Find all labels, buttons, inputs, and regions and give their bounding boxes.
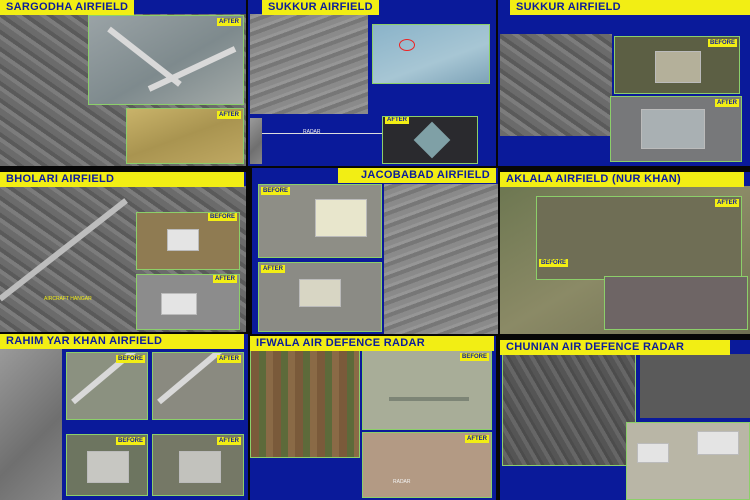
satellite-image-sargodha-after: AFTER [126,108,244,164]
satellite-image-sukkur2-after: AFTER [610,96,742,162]
radar-label: RADAR [393,479,411,485]
before-tag: BEFORE [261,187,291,195]
satellite-image-rahimyarkhan-before-2: BEFORE [66,434,148,496]
satellite-image-chunian-after [626,422,750,500]
panel-title: AKLALA AIRFIELD (NUR KHAN) [500,172,744,187]
satellite-image-rahimyarkhan-after-1: AFTER [152,352,244,420]
panel-bholari-airfield: BEFORE AFTER AIRCRAFT HANGAR BHOLARI AIR… [0,172,246,332]
panel-rahim-yar-khan-airfield: BEFORE AFTER BEFORE AFTER RAHIM YAR KHAN… [0,334,248,500]
panel-title: RAHIM YAR KHAN AIRFIELD [0,334,244,349]
panel-sargodha-airfield: AFTER AFTER SARGODHA AIRFIELD [0,0,246,166]
satellite-image-chunian-overview [502,354,636,466]
panel-sukkur-airfield-1: AFTER RADAR SUKKUR AIRFIELD [248,0,496,166]
panel-title: SUKKUR AIRFIELD [262,0,379,15]
after-tag: AFTER [217,111,241,119]
satellite-image-sukkur-radar-after: AFTER [382,116,478,164]
after-tag: AFTER [217,355,241,363]
satellite-image-rahimyarkhan-after-2: AFTER [152,434,244,496]
satellite-image-ifwala-before: BEFORE [362,350,492,430]
before-tag: BEFORE [207,213,237,221]
before-tag: BEFORE [707,39,737,47]
after-tag: AFTER [261,265,285,273]
satellite-image-sukkur-ground [250,118,262,164]
after-tag: AFTER [217,437,241,445]
panel-chunian-air-defence-radar: CHUNIAN AIR DEFENCE RADAR [500,340,750,500]
before-tag: BEFORE [459,353,489,361]
after-tag: AFTER [715,199,739,207]
panel-jacobabad-airfield: BEFORE AFTER JACOBABAD AIRFIELD [252,168,498,334]
satellite-image-bholari-before: BEFORE [136,212,240,270]
panel-title: CHUNIAN AIR DEFENCE RADAR [500,340,730,355]
before-tag: BEFORE [115,355,145,363]
satellite-image-sukkur2-overview [500,34,612,136]
satellite-image-sukkur-overview [250,14,368,114]
satellite-image-bholari-after: AFTER [136,274,240,330]
satellite-image-ifwala-overview [250,350,360,458]
panel-sukkur-airfield-2: BEFORE AFTER SUKKUR AIRFIELD [498,0,750,166]
before-tag: BEFORE [539,259,569,267]
satellite-image-sukkur2-before: BEFORE [614,36,740,94]
radar-label: RADAR [303,129,321,135]
panel-title: SUKKUR AIRFIELD [510,0,750,15]
panel-ifwala-air-defence-radar: BEFORE AFTER RADAR IFWALA AIR DEFENCE RA… [250,336,496,500]
satellite-image-jacobabad-overview [384,184,498,334]
before-tag: BEFORE [115,437,145,445]
panel-title: BHOLARI AIRFIELD [0,172,244,187]
satellite-image-sukkur-building [372,24,490,84]
panel-title: IFWALA AIR DEFENCE RADAR [250,336,494,351]
after-tag: AFTER [213,275,237,283]
satellite-image-sargodha-runway: AFTER [88,15,244,105]
panel-title: SARGODHA AIRFIELD [0,0,135,15]
after-tag: AFTER [385,117,409,124]
hangar-label: AIRCRAFT HANGAR [44,296,92,302]
satellite-image-jacobabad-before: BEFORE [258,184,382,258]
satellite-image-rahimyarkhan-overview [0,348,62,500]
satellite-image-nurkhan-detail [604,276,748,330]
satellite-image-jacobabad-after: AFTER [258,262,382,332]
after-tag: AFTER [715,99,739,107]
panel-nur-khan-airfield: BEFORE AFTER AKLALA AIRFIELD (NUR KHAN) [500,172,750,334]
satellite-image-nurkhan-before: BEFORE AFTER [536,196,742,280]
satellite-image-rahimyarkhan-before-1: BEFORE [66,352,148,420]
panel-title: JACOBABAD AIRFIELD [338,168,496,183]
after-tag: AFTER [465,435,489,443]
satellite-image-chunian-before [640,354,750,418]
after-tag: AFTER [217,18,241,26]
satellite-image-ifwala-after: AFTER RADAR [362,432,492,498]
